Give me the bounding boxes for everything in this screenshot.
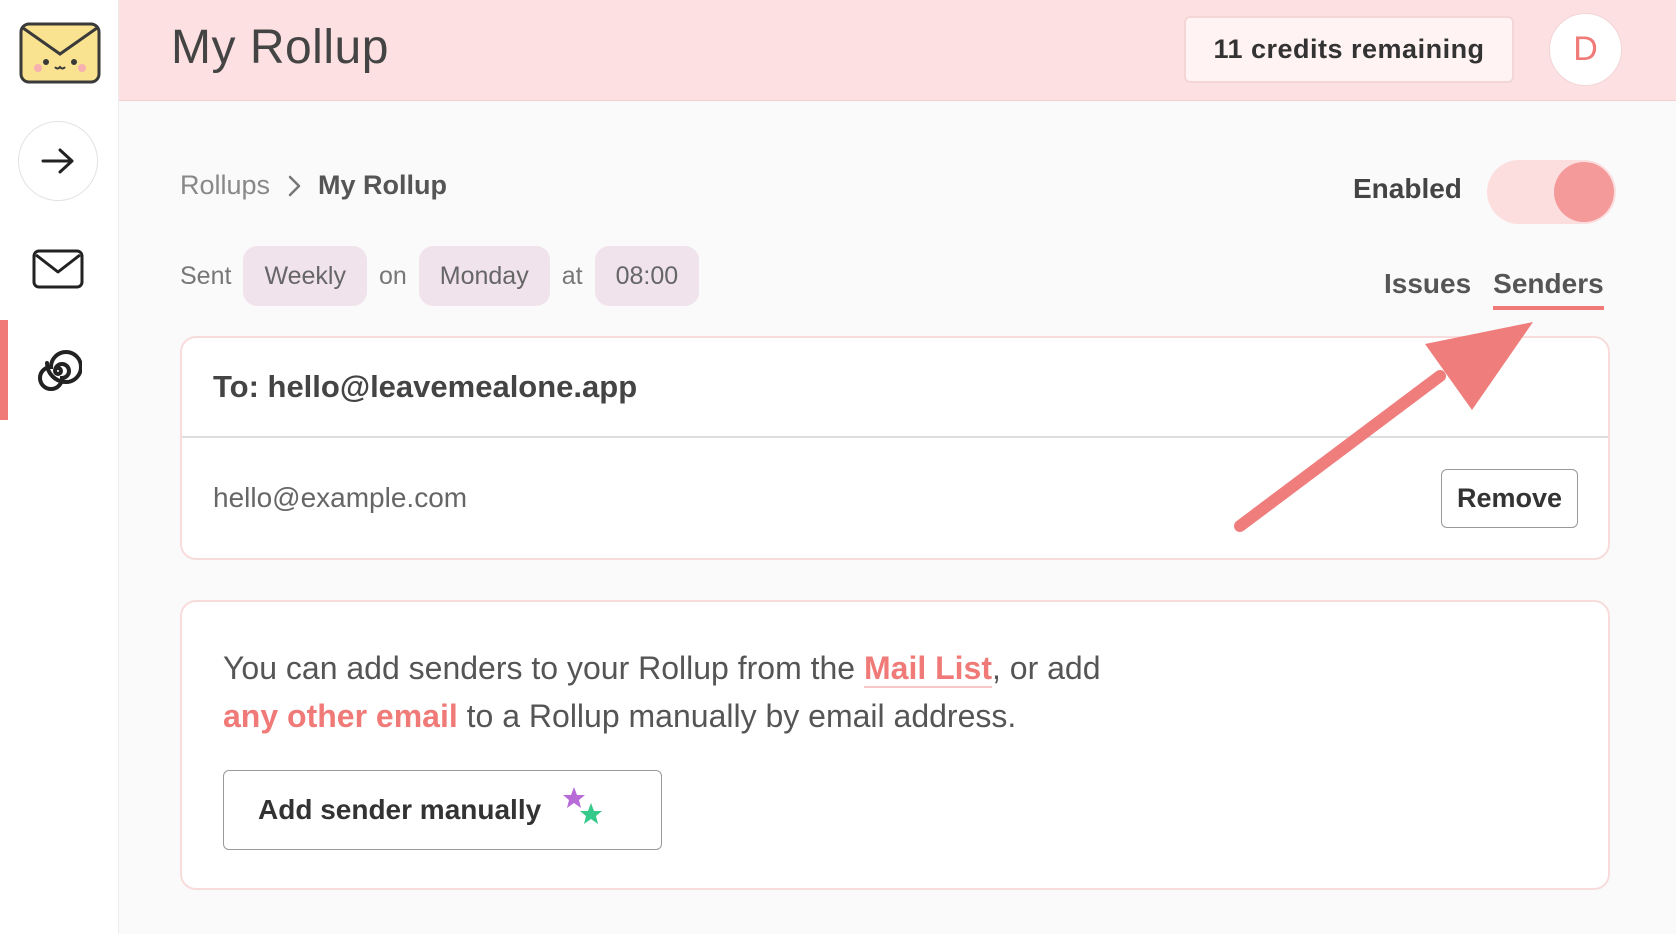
breadcrumb: Rollups My Rollup <box>180 170 447 201</box>
sparkle-stars-icon <box>561 785 605 836</box>
info-text-part2: , or add <box>992 650 1101 686</box>
frequency-select[interactable]: Weekly <box>243 246 367 306</box>
breadcrumb-current: My Rollup <box>318 170 448 200</box>
recipient-heading: To: hello@leavemealone.app <box>182 338 1608 438</box>
sender-email: hello@example.com <box>213 482 468 513</box>
credits-badge[interactable]: 11 credits remaining <box>1184 16 1514 83</box>
info-text-part1: You can add senders to your Rollup from … <box>223 650 864 686</box>
envelope-mascot-logo[interactable] <box>18 18 102 86</box>
info-text-part3: to a Rollup manually by email address. <box>457 698 1017 734</box>
active-indicator <box>0 320 8 420</box>
sidebar <box>0 0 119 934</box>
spiral-icon[interactable] <box>18 331 98 411</box>
mail-icon[interactable] <box>18 229 98 309</box>
at-label: at <box>561 261 583 290</box>
mail-list-link[interactable]: Mail List <box>863 650 992 688</box>
tab-issues[interactable]: Issues <box>1384 268 1471 310</box>
on-label: on <box>378 261 407 290</box>
add-senders-card: You can add senders to your Rollup from … <box>180 600 1610 890</box>
page-title: My Rollup <box>171 21 389 74</box>
sender-row: hello@example.com Remove <box>182 438 1608 558</box>
enabled-label: Enabled <box>1353 173 1462 204</box>
enabled-toggle[interactable] <box>1487 160 1616 224</box>
breadcrumb-rollups-link[interactable]: Rollups <box>180 170 270 201</box>
app-window: My Rollup 11 credits remaining D Rollups… <box>0 0 1676 934</box>
tabs: Issues Senders <box>1384 268 1604 310</box>
schedule-row: Sent Weekly on Monday at 08:00 <box>180 246 700 306</box>
toggle-knob <box>1554 162 1614 222</box>
add-sender-label: Add sender manually <box>258 794 542 825</box>
tab-senders[interactable]: Senders <box>1493 268 1604 310</box>
time-select[interactable]: 08:00 <box>594 246 700 306</box>
arrow-right-icon[interactable] <box>18 121 98 201</box>
add-senders-info: You can add senders to your Rollup from … <box>223 644 1273 740</box>
top-header: My Rollup 11 credits remaining D <box>119 0 1676 101</box>
chevron-right-icon <box>284 173 304 199</box>
any-other-email-link[interactable]: any other email <box>223 698 458 734</box>
user-avatar[interactable]: D <box>1549 13 1622 86</box>
senders-card: To: hello@leavemealone.app hello@example… <box>180 336 1610 560</box>
add-sender-manually-button[interactable]: Add sender manually <box>223 770 662 850</box>
remove-sender-button[interactable]: Remove <box>1441 468 1578 528</box>
sent-label: Sent <box>180 261 232 290</box>
day-select[interactable]: Monday <box>418 246 550 306</box>
